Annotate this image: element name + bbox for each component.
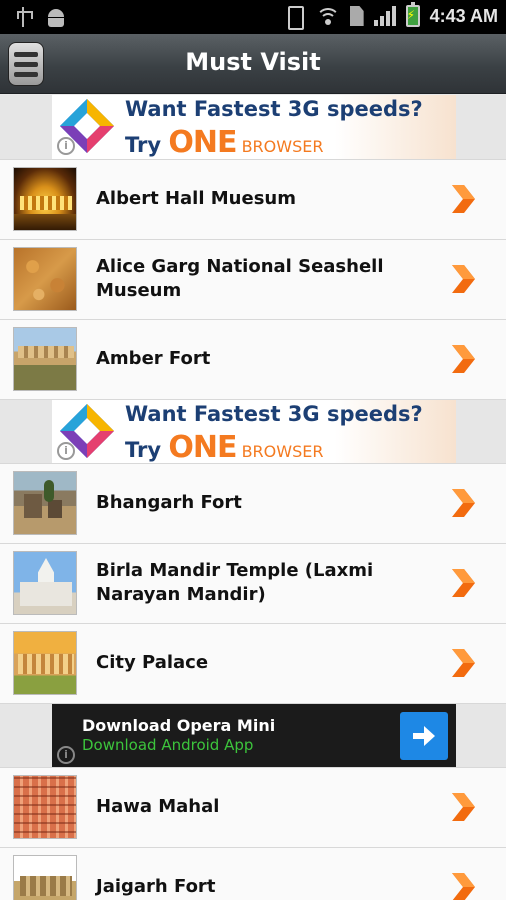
download-button[interactable] xyxy=(400,712,448,760)
place-name: Birla Mandir Temple (Laxmi Narayan Mandi… xyxy=(96,560,374,605)
place-thumbnail xyxy=(13,551,77,615)
ad-browser-text: BROWSER xyxy=(236,442,324,461)
chevron-right-icon xyxy=(452,265,475,293)
ad-headline: Want Fastest 3G speeds? xyxy=(125,97,423,121)
chevron-right-icon xyxy=(452,489,475,517)
page-title: Must Visit xyxy=(185,48,321,76)
clock: 4:43 AM xyxy=(429,5,498,26)
places-list: Want Fastest 3G speeds? Try ONE BROWSER … xyxy=(0,95,506,900)
ad-brand-text: ONE xyxy=(168,125,237,159)
place-name: Jaigarh Fort xyxy=(96,876,216,897)
list-item[interactable]: City Palace xyxy=(0,623,506,703)
action-bar: Must Visit xyxy=(0,34,506,94)
place-name: Alice Garg National Seashell Museum xyxy=(96,256,384,301)
chevron-right-icon xyxy=(452,569,475,597)
list-item[interactable]: Birla Mandir Temple (Laxmi Narayan Mandi… xyxy=(0,543,506,623)
place-name: Hawa Mahal xyxy=(96,796,220,817)
signal-icon xyxy=(373,6,396,26)
place-name: Amber Fort xyxy=(96,348,211,369)
ad-browser-text: BROWSER xyxy=(236,137,324,156)
list-item[interactable]: Bhangarh Fort xyxy=(0,463,506,543)
android-debug-icon xyxy=(46,7,66,27)
place-thumbnail xyxy=(13,631,77,695)
opera-mini-ad[interactable]: Download Opera Mini Download Android App… xyxy=(52,704,456,768)
vibrate-icon xyxy=(282,5,306,30)
one-browser-ad[interactable]: Want Fastest 3G speeds? Try ONE BROWSER … xyxy=(52,95,456,159)
ad-headline: Download Opera Mini xyxy=(82,716,276,735)
one-browser-ad[interactable]: Want Fastest 3G speeds? Try ONE BROWSER … xyxy=(52,400,456,464)
chevron-right-icon xyxy=(452,649,475,677)
place-thumbnail xyxy=(13,775,77,839)
ad-try-text: Try xyxy=(125,133,169,157)
sim-icon xyxy=(349,6,364,26)
ad-info-icon[interactable]: i xyxy=(57,746,75,764)
ad-banner-row: Want Fastest 3G speeds? Try ONE BROWSER … xyxy=(0,95,506,159)
place-thumbnail xyxy=(13,247,77,311)
list-item[interactable]: Jaigarh Fort xyxy=(0,847,506,900)
ad-info-icon[interactable]: i xyxy=(57,137,75,155)
chevron-right-icon xyxy=(452,873,475,900)
ad-banner-row: Download Opera Mini Download Android App… xyxy=(0,703,506,768)
place-name: Albert Hall Muesum xyxy=(96,188,296,209)
chevron-right-icon xyxy=(452,345,475,373)
place-name: Bhangarh Fort xyxy=(96,492,242,513)
place-thumbnail xyxy=(13,167,77,231)
battery-charging-icon xyxy=(405,2,420,27)
place-thumbnail xyxy=(13,471,77,535)
ad-banner-row: Want Fastest 3G speeds? Try ONE BROWSER … xyxy=(0,399,506,464)
chevron-right-icon xyxy=(452,793,475,821)
ad-tagline: Try ONE BROWSER xyxy=(125,430,323,464)
arrow-right-icon xyxy=(413,726,435,746)
wifi-icon xyxy=(315,6,340,26)
ad-subtitle: Download Android App xyxy=(82,736,254,754)
list-item[interactable]: Albert Hall Muesum xyxy=(0,159,506,239)
ad-brand-text: ONE xyxy=(168,430,237,464)
ad-try-text: Try xyxy=(125,438,169,462)
list-item[interactable]: Hawa Mahal xyxy=(0,767,506,847)
status-bar: 4:43 AM xyxy=(0,0,506,34)
chevron-right-icon xyxy=(452,185,475,213)
list-item[interactable]: Amber Fort xyxy=(0,319,506,399)
usb-icon xyxy=(14,7,33,27)
ad-tagline: Try ONE BROWSER xyxy=(125,125,323,159)
place-thumbnail xyxy=(13,855,77,900)
place-thumbnail xyxy=(13,327,77,391)
list-item[interactable]: Alice Garg National Seashell Museum xyxy=(0,239,506,319)
ad-info-icon[interactable]: i xyxy=(57,442,75,460)
ad-headline: Want Fastest 3G speeds? xyxy=(125,402,423,426)
place-name: City Palace xyxy=(96,652,209,673)
